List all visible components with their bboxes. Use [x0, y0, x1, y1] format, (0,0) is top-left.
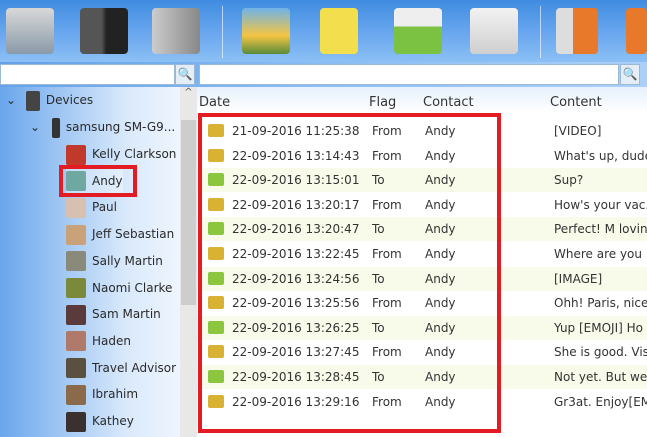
contact-name: Ibrahim — [92, 387, 139, 402]
toolbar-separator — [540, 6, 541, 58]
chevron-down-icon[interactable]: ⌄ — [30, 120, 40, 134]
cell-content: Sup? — [554, 173, 584, 188]
avatar — [66, 384, 86, 405]
cell-content: Gr3at. Enjoy[EM — [554, 394, 647, 409]
avatar — [66, 411, 86, 432]
column-contact[interactable]: Contact — [423, 95, 474, 110]
cell-content: How's your vac. — [554, 197, 647, 212]
contact-item[interactable]: Paul — [66, 195, 117, 219]
contact-item[interactable]: Naomi Clarke — [66, 276, 172, 300]
cell-content: Perfect! M lovin — [554, 222, 647, 237]
tree-node-devices[interactable]: ⌄ Devices — [6, 88, 93, 112]
avatar — [66, 197, 86, 218]
avatar — [66, 304, 86, 325]
contact-name: Kathey — [92, 414, 134, 428]
contact-name: Haden — [92, 333, 131, 348]
photo-export-icon[interactable] — [242, 8, 290, 54]
cell-content: Yup [EMOJI] Ho — [554, 320, 643, 335]
avatar — [66, 144, 86, 165]
cell-content: [VIDEO] — [554, 124, 602, 138]
toolbar-separator — [222, 6, 223, 58]
contact-item[interactable]: Travel Advisor — [66, 356, 176, 380]
scrollbar-thumb[interactable] — [181, 120, 196, 305]
tree-label: samsung SM-G9... — [65, 120, 176, 134]
backup-icon[interactable] — [6, 8, 54, 54]
tree-label: Devices — [45, 93, 94, 107]
message-search-input[interactable] — [199, 64, 619, 85]
avatar — [66, 358, 86, 379]
contact-search-input[interactable] — [0, 64, 175, 85]
import-icon[interactable] — [320, 8, 358, 54]
devices-icon — [25, 90, 40, 111]
selection-highlight — [59, 165, 137, 197]
column-content[interactable]: Content — [550, 95, 602, 110]
key-icon[interactable] — [556, 8, 598, 54]
contact-item[interactable]: Sam Martin — [66, 302, 161, 326]
contact-item[interactable]: Sally Martin — [66, 249, 163, 273]
messages-highlight — [198, 113, 501, 433]
contact-item[interactable]: Kathey — [66, 409, 134, 433]
contact-item[interactable]: Ibrahim — [66, 382, 138, 406]
contact-name: Travel Advisor — [92, 360, 177, 375]
contact-item[interactable]: Kelly Clarkson — [66, 142, 176, 166]
cell-content: Not yet. But we — [554, 370, 647, 384]
tree-node-device[interactable]: ⌄ samsung SM-G9... — [30, 115, 175, 139]
cell-content: What's up, dude — [554, 148, 647, 163]
cell-content: Where are you .. — [554, 247, 647, 261]
avatar — [66, 278, 86, 298]
chevron-down-icon[interactable]: ⌄ — [6, 93, 16, 107]
cell-content: [IMAGE] — [554, 271, 603, 286]
table-header: Date Flag Contact Content — [197, 87, 647, 113]
toolbar — [0, 0, 647, 62]
contact-name: Jeff Sebastian — [92, 227, 175, 242]
restore-icon[interactable] — [152, 8, 200, 54]
contact-item[interactable]: Haden — [66, 329, 131, 353]
search-icon[interactable]: 🔍 — [175, 64, 195, 85]
device-tree: ⌄ Devices ⌄ samsung SM-G9... Kelly Clark… — [0, 87, 180, 437]
column-flag[interactable]: Flag — [369, 95, 396, 110]
recycle-bin-icon[interactable] — [470, 8, 518, 54]
cell-content: She is good. Vis. — [554, 345, 647, 360]
cell-content: Ohh! Paris, nice. — [554, 296, 647, 311]
avatar — [66, 224, 86, 245]
contact-name: Sam Martin — [92, 307, 161, 322]
print-icon[interactable] — [394, 8, 442, 54]
contact-name: Sally Martin — [92, 253, 163, 268]
phone-icon — [51, 117, 60, 138]
avatar — [66, 251, 86, 272]
avatar — [66, 331, 86, 352]
column-date[interactable]: Date — [199, 95, 230, 110]
contact-name: Kelly Clarkson — [92, 147, 177, 161]
home-icon[interactable] — [626, 8, 647, 54]
contact-name: Naomi Clarke — [92, 280, 173, 295]
search-icon[interactable]: 🔍 — [620, 64, 640, 85]
phone-transfer-icon[interactable] — [80, 8, 128, 54]
contact-item[interactable]: Jeff Sebastian — [66, 222, 174, 246]
contact-name: Paul — [92, 200, 117, 215]
